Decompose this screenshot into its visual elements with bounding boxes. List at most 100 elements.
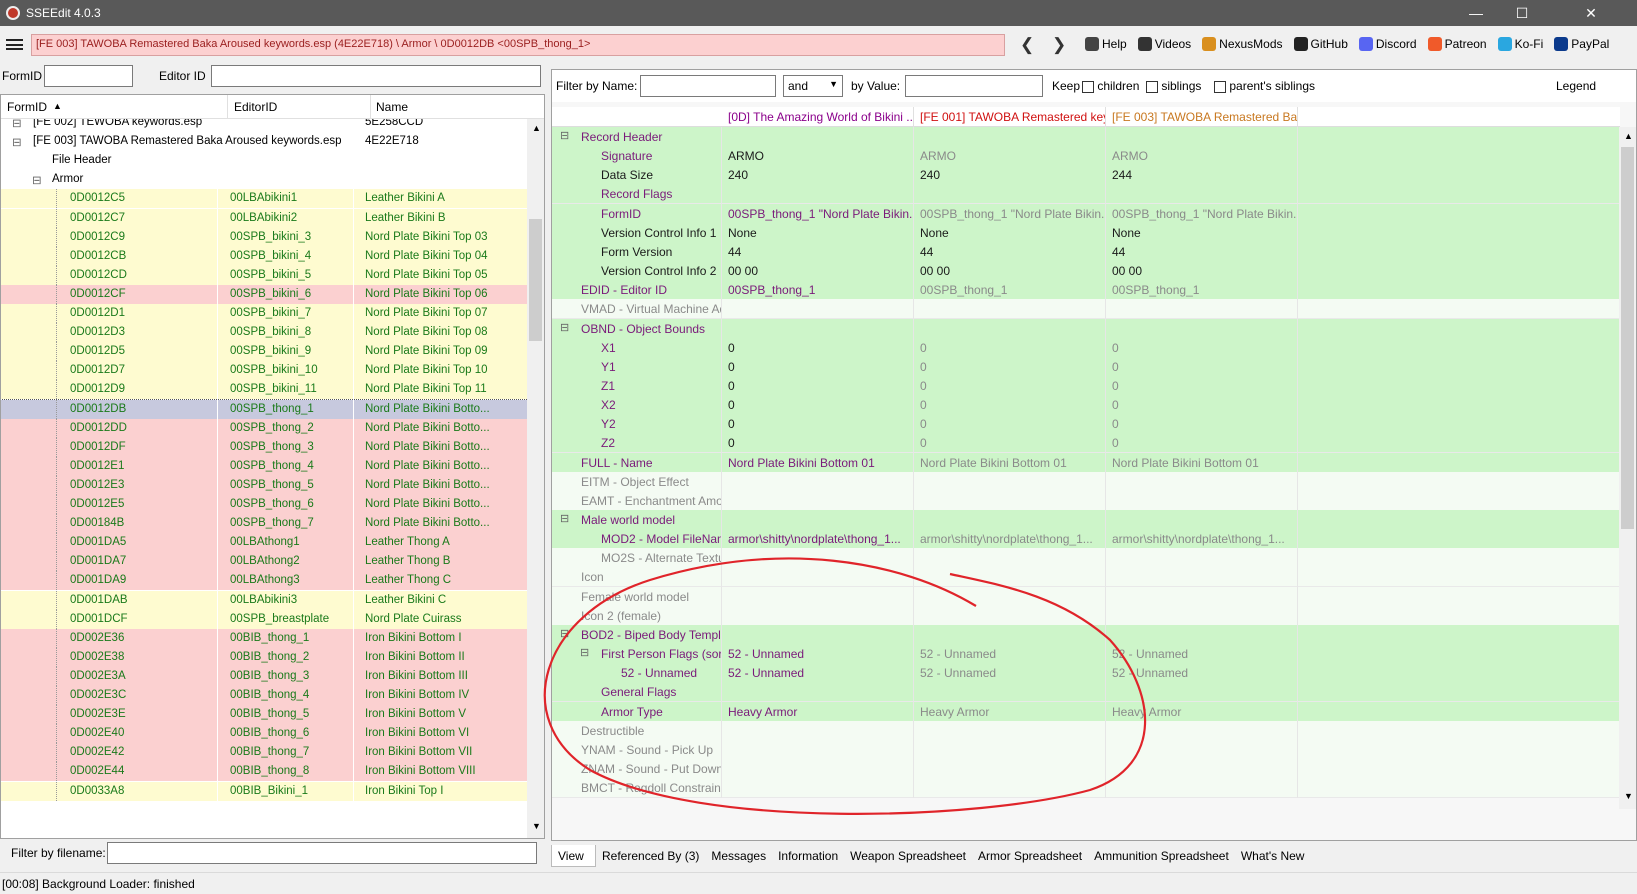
field-value-cell[interactable]: 0 [722, 337, 914, 358]
keep-children-checkbox[interactable]: children [1082, 79, 1139, 93]
tree-record-row[interactable]: 0D0012C9 00SPB_bikini_3 Nord Plate Bikini … [1, 227, 528, 247]
field-value-cell[interactable]: armor\shitty\nordplate\thong_1... [914, 529, 1106, 550]
grid-row[interactable]: MO2S - Alternate Textures [552, 548, 1620, 569]
field-value-cell[interactable] [914, 318, 1106, 339]
tree-node[interactable]: ⊟ [FE 002] TEWOBA keywords.esp 5E258CCD [1, 119, 528, 132]
field-value-cell[interactable] [914, 778, 1106, 799]
grid-row[interactable]: General Flags [552, 682, 1620, 703]
field-value-cell[interactable]: 0 [914, 433, 1106, 454]
field-value-cell[interactable] [914, 682, 1106, 703]
tree-record-row[interactable]: 0D0012DF 00SPB_thong_3 Nord Plate Bikini B… [1, 437, 528, 457]
field-value-cell[interactable]: Nord Plate Bikini Bottom 01 [1106, 452, 1298, 473]
link-help[interactable]: Help [1085, 37, 1127, 51]
tree-record-row[interactable]: 0D0012D5 00SPB_bikini_9 Nord Plate Bikini … [1, 342, 528, 362]
grid-row[interactable]: X1 0 0 0 [552, 337, 1620, 358]
field-value-cell[interactable] [722, 184, 914, 205]
field-value-cell[interactable]: 0 [1106, 414, 1298, 435]
tab-messages[interactable]: Messages [705, 845, 772, 867]
field-value-cell[interactable]: 0 [1106, 375, 1298, 396]
collapse-toggle-icon[interactable]: ⊟ [12, 119, 22, 130]
link-github[interactable]: GitHub [1293, 37, 1348, 51]
link-paypal[interactable]: PayPal [1554, 37, 1609, 51]
grid-column-header[interactable]: [FE 001] TAWOBA Remastered key... [914, 107, 1106, 127]
tree-record-row[interactable]: 0D002E3E 00BIB_thong_5 Iron Bikini Bottom … [1, 705, 528, 725]
field-value-cell[interactable] [722, 720, 914, 741]
tab-what-s-new[interactable]: What's New [1235, 845, 1311, 867]
grid-row[interactable]: MOD2 - Model FileName armor\shitty\nordpl… [552, 529, 1620, 550]
field-value-cell[interactable]: 0 [914, 414, 1106, 435]
tab-referenced-by[interactable]: Referenced By (3) [596, 845, 705, 867]
field-value-cell[interactable]: 0 [722, 414, 914, 435]
field-value-cell[interactable] [1106, 758, 1298, 779]
grid-row[interactable]: ⊟ Record Header [552, 127, 1620, 147]
legend-button[interactable]: Legend [1556, 79, 1596, 93]
field-value-cell[interactable]: 00 00 [1106, 261, 1298, 282]
field-value-cell[interactable] [914, 510, 1106, 530]
field-value-cell[interactable]: 0 [722, 375, 914, 396]
tree-record-row[interactable]: 0D002E3A 00BIB_thong_3 Iron Bikini Bottom … [1, 666, 528, 686]
field-value-cell[interactable] [1106, 778, 1298, 799]
field-value-cell[interactable] [1106, 548, 1298, 569]
col-editorid[interactable]: EditorID [234, 100, 277, 114]
tree-record-row[interactable]: 0D0012E5 00SPB_thong_6 Nord Plate Bikini B… [1, 495, 528, 514]
grid-row[interactable]: ⊟ First Person Flags (sorted) 52 - Unnamed… [552, 644, 1620, 665]
field-value-cell[interactable]: 0 [722, 356, 914, 377]
tree-record-row[interactable]: 0D002E38 00BIB_thong_2 Iron Bikini Bottom … [1, 647, 528, 667]
grid-row[interactable]: Female world model [552, 586, 1620, 607]
field-value-cell[interactable]: 0 [1106, 433, 1298, 454]
field-value-cell[interactable] [914, 127, 1106, 147]
field-value-cell[interactable] [914, 605, 1106, 626]
editorid-input[interactable] [211, 65, 541, 87]
tree-record-row[interactable]: 0D0012CB 00SPB_bikini_4 Nord Plate Bikini … [1, 246, 528, 266]
tree-record-row[interactable]: 0D0012D3 00SPB_bikini_8 Nord Plate Bikini … [1, 323, 528, 343]
grid-row[interactable]: EDID - Editor ID 00SPB_thong_1 00SPB_thong… [552, 280, 1620, 301]
field-value-cell[interactable] [722, 548, 914, 569]
tree-node[interactable]: ⊟ [FE 003] TAWOBA Remastered Baka Aroused… [1, 132, 528, 151]
field-value-cell[interactable] [1106, 299, 1298, 320]
field-value-cell[interactable] [1106, 605, 1298, 626]
field-value-cell[interactable]: 244 [1106, 165, 1298, 186]
menu-icon[interactable] [6, 39, 23, 50]
grid-column-header[interactable]: [FE 003] TAWOBA Remastered Ba... [1106, 107, 1298, 127]
field-value-cell[interactable] [722, 471, 914, 492]
field-value-cell[interactable] [914, 739, 1106, 760]
tab-information[interactable]: Information [772, 845, 844, 867]
field-value-cell[interactable] [1106, 490, 1298, 511]
field-value-cell[interactable]: 00SPB_thong_1 "Nord Plate Bikin... [1106, 203, 1298, 224]
grid-column-header[interactable]: [0D] The Amazing World of Bikini ... [722, 107, 914, 127]
grid-row[interactable]: Data Size 240 240 244 [552, 165, 1620, 186]
grid-row[interactable]: X2 0 0 0 [552, 395, 1620, 416]
tree-record-row[interactable]: 0D0033A8 00BIB_Bikini_1 Iron Bikini Top I [1, 781, 528, 801]
field-value-cell[interactable] [1106, 184, 1298, 205]
grid-row[interactable]: Signature ARMO ARMO ARMO [552, 146, 1620, 167]
tree-record-row[interactable]: 0D0012D7 00SPB_bikini_10 Nord Plate Bikini… [1, 361, 528, 381]
tree-record-row[interactable]: 0D0012C7 00LBAbikini2 Leather Bikini B [1, 208, 528, 228]
grid-row[interactable]: FULL - Name Nord Plate Bikini Bottom 01 No… [552, 452, 1620, 473]
field-value-cell[interactable] [722, 299, 914, 320]
field-value-cell[interactable] [1106, 739, 1298, 760]
tree-record-row[interactable]: 0D001DAB 00LBAbikini3 Leather Bikini C [1, 590, 528, 610]
field-value-cell[interactable] [1106, 586, 1298, 607]
collapse-toggle-icon[interactable]: ⊟ [560, 321, 569, 334]
field-value-cell[interactable]: Heavy Armor [722, 701, 914, 722]
field-value-cell[interactable]: 00 00 [722, 261, 914, 282]
field-value-cell[interactable] [1106, 510, 1298, 530]
tree-record-row[interactable]: 0D0012DB 00SPB_thong_1 Nord Plate Bikini B… [1, 398, 528, 420]
field-value-cell[interactable] [1106, 127, 1298, 147]
field-value-cell[interactable] [1106, 471, 1298, 492]
grid-row[interactable]: ZNAM - Sound - Put Down [552, 758, 1620, 779]
tree-scrollbar[interactable]: ▲ ▼ [527, 119, 544, 838]
field-value-cell[interactable] [1106, 624, 1298, 645]
grid-row[interactable]: BMCT - Ragdoll Constraint T... [552, 778, 1620, 799]
forward-arrow-icon[interactable]: ❯ [1052, 35, 1066, 55]
field-value-cell[interactable]: 52 - Unnamed [722, 663, 914, 684]
field-value-cell[interactable]: 00SPB_thong_1 "Nord Plate Bikin... [914, 203, 1106, 224]
link-videos[interactable]: Videos [1137, 37, 1191, 51]
link-patreon[interactable]: Patreon [1427, 37, 1487, 51]
tab-ammunition-spreadsheet[interactable]: Ammunition Spreadsheet [1088, 845, 1235, 867]
grid-row[interactable]: Form Version 44 44 44 [552, 241, 1620, 262]
field-value-cell[interactable]: 240 [722, 165, 914, 186]
grid-row[interactable]: Z1 0 0 0 [552, 375, 1620, 396]
field-value-cell[interactable]: 52 - Unnamed [914, 663, 1106, 684]
link-discord[interactable]: Discord [1358, 37, 1417, 51]
